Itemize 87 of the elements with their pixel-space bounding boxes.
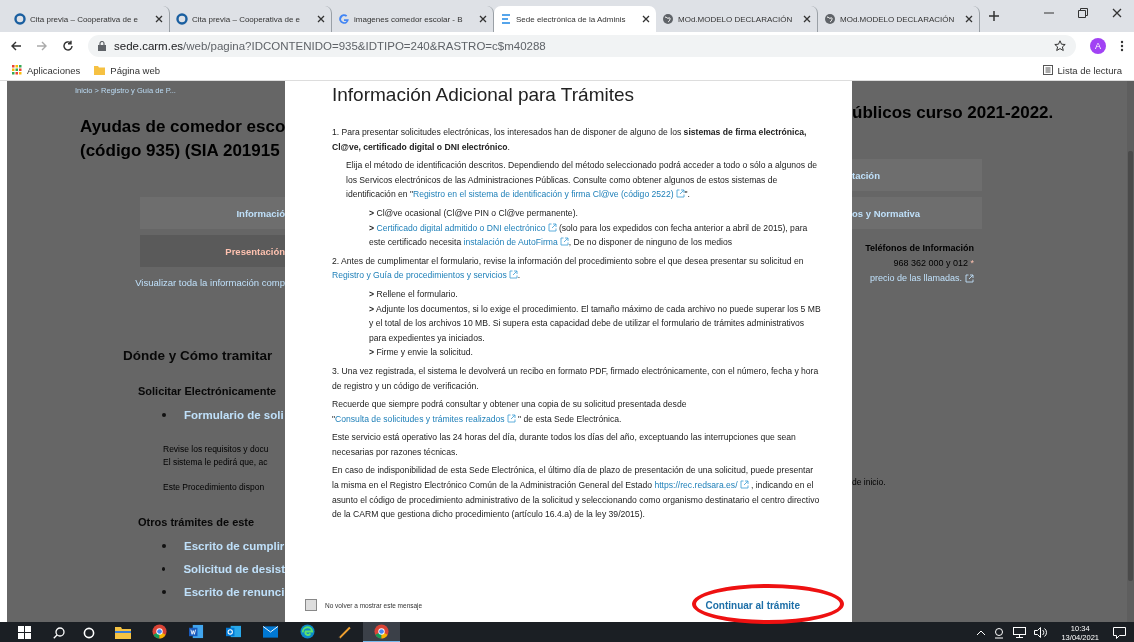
- section-tab[interactable]: Informació: [140, 197, 285, 229]
- scrollbar-thumb[interactable]: [1128, 151, 1133, 581]
- link[interactable]: precio de las llamadas.: [869, 271, 974, 286]
- body-text: Revise los requisitos y docu: [163, 443, 270, 456]
- reading-list-button[interactable]: Lista de lectura: [1042, 64, 1122, 76]
- close-tab-icon[interactable]: [155, 15, 163, 23]
- tab-title: MOd.MODELO DECLARACIÓN: [678, 14, 794, 24]
- list-item: > Certificado digital admitido o DNI electrónico (solo para los expedidos con fecha anterior a abril de 2015), para este certificado necesita instalación de AutoFirma , De no disponer de ninguno de los medios: [369, 221, 809, 250]
- link[interactable]: Solicitud de desist: [183, 563, 285, 575]
- close-tab-icon[interactable]: [642, 15, 650, 23]
- globe-icon: [824, 13, 836, 25]
- link[interactable]: Escrito de cumplir: [184, 540, 285, 552]
- star-icon[interactable]: [1054, 40, 1066, 52]
- menu-icon[interactable]: [1120, 40, 1124, 52]
- browser-tab[interactable]: Sede electrónica de la Adminis: [494, 6, 656, 32]
- paragraph: Recuerde que siempre podrá consultar y obtener una copia de su solicitud presentada desde "Consulta de solicitudes y trámites realizados " de esta Sede Electrónica.: [332, 398, 688, 426]
- tab-title: imagenes comedor escolar - B: [354, 14, 464, 24]
- link[interactable]: Consulta de solicitudes y trámites realizados: [335, 413, 516, 424]
- link[interactable]: Registro y Guía de procedimientos y servicios: [332, 270, 518, 281]
- bullet-icon: [162, 413, 166, 417]
- tab-favicon-icon: [176, 13, 188, 25]
- link[interactable]: Formulario de soli: [184, 409, 284, 421]
- lock-icon: [98, 41, 106, 51]
- section-heading: Dónde y Cómo tramitar: [123, 348, 274, 363]
- scrollbar[interactable]: [1127, 81, 1134, 622]
- tab-title: MOd.MODELO DECLARACIÓN: [840, 14, 956, 24]
- subheading: Solicitar Electrónicamente: [138, 385, 278, 397]
- paragraph: 3. Una vez registrada, el sistema le devolverá un recibo en formato PDF, firmado electrónicamente, con el número, fecha y hora de registro y un código de verificación.: [332, 364, 820, 393]
- close-icon[interactable]: [1112, 8, 1122, 18]
- globe-icon: [662, 13, 674, 25]
- bullet-icon: [162, 567, 166, 571]
- profile-avatar[interactable]: A: [1090, 38, 1106, 54]
- phones-label: Teléfonos de Información: [865, 242, 974, 255]
- tab-title: Cita previa – Cooperativa de e: [192, 14, 302, 24]
- restore-icon[interactable]: [1078, 8, 1088, 18]
- tab-favicon-icon: [14, 13, 26, 25]
- close-tab-icon[interactable]: [965, 15, 973, 23]
- bullet-icon: [162, 590, 166, 594]
- apps-grid-icon: [12, 65, 22, 75]
- continue-link[interactable]: Continuar al trámite: [705, 599, 800, 611]
- paragraph: Elija el método de identificación descritos. Dependiendo del método seleccionado podrá acceder a todo o sólo a algunos de los Servicos electrónicos de las Administraciones Públicas. Consulte como obtener algunos de estos sistemas de identificación en "Registro en el sistema de identificación y firma Cl@ve (código 2522) ".: [346, 159, 819, 202]
- subheading: Otros trámites de este: [138, 516, 256, 528]
- dialog-title: Información Adicional para Trámites: [332, 83, 636, 107]
- close-tab-icon[interactable]: [803, 15, 811, 23]
- link[interactable]: Registro en el sistema de identificación y firma Cl@ve (código 2522): [413, 189, 685, 200]
- address-bar[interactable]: sede.carm.es/web/pagina?IDCONTENIDO=935&IDTIPO=240&RASTRO=c$m40288: [88, 35, 1076, 57]
- tab-title: Cita previa – Cooperativa de e: [30, 14, 140, 24]
- chrome-icon[interactable]: [363, 622, 400, 642]
- page-title: úblicos curso 2021-2022.: [852, 102, 1055, 124]
- bookmark[interactable]: Aplicaciones: [12, 64, 81, 76]
- section-tab[interactable]: Presentación: [140, 235, 285, 267]
- section-tab[interactable]: tación: [852, 159, 982, 191]
- tab-favicon-icon: [338, 13, 350, 25]
- paragraph: En caso de indisponibilidad de esta Sede Electrónica, el último día de plazo de presentación de una solicitud, puede presentar la misma en el Registro Electrónico Común de la Administración General del Estado https://rec.redsara.es/ , indicando en el asunto el código de procedimiento administrativo de la solicitud y seleccionando como organismo destinatario el centro directivo de la CARM que gestiona dicho procedimiento (artículo 16.4.a) de la ley 39/2015).: [332, 464, 821, 522]
- close-tab-icon[interactable]: [479, 15, 487, 23]
- list-item: > Cl@ve ocasional (Cl@ve PIN o Cl@ve permanente).: [369, 206, 579, 220]
- reading-list-icon: [1042, 65, 1053, 75]
- paragraph: 1. Para presentar solicitudes electrónicas, los interesados han de disponer de alguno de los sistemas de firma electrónica, Cl@ve, certificado digital o DNI electrónico.: [332, 126, 808, 154]
- list-item: > Adjunte los documentos, si lo exige el procedimiento. El tamaño máximo de cada archivo no puede superar los 5 MB y el total de los archivos 10 MB. Si supera esta capacidad debe de utilizar el formulario de trámites administrativos para expedientes ya iniciados.: [369, 302, 822, 345]
- link[interactable]: Visualizar toda la información comp: [7, 277, 285, 288]
- page-title: (código 935) (SIA 201915: [79, 140, 281, 162]
- list-item: > Firme y envie la solicitud.: [369, 346, 474, 360]
- link[interactable]: Escrito de renunci: [184, 586, 285, 598]
- page-title: Ayudas de comedor esco: [79, 116, 285, 138]
- url-text: sede.carm.es/web/pagina?IDCONTENIDO=935&IDTIPO=240&RASTRO=c$m40288: [114, 40, 546, 52]
- close-tab-icon[interactable]: [317, 15, 325, 23]
- folder-icon: [94, 65, 106, 75]
- back-icon[interactable]: [10, 40, 22, 52]
- body-text: de inicio.: [852, 476, 887, 489]
- tab-title: Sede electrónica de la Adminis: [516, 14, 627, 24]
- paragraph: 2. Antes de cumplimentar el formulario, revise la información del procedimiento sobre el que desea presentar su solicitud en Registro y Guía de procedimientos y servicios .: [332, 254, 805, 283]
- tab-favicon-icon: [500, 13, 512, 25]
- checkbox[interactable]: [305, 599, 317, 611]
- body-text: El sistema le pedirá que, ac: [163, 456, 269, 469]
- link[interactable]: Certificado digital admitido o DNI electrónico: [376, 222, 557, 233]
- bullet-icon: [162, 544, 166, 548]
- link[interactable]: instalación de AutoFirma: [463, 237, 569, 248]
- bookmark[interactable]: Página web: [94, 64, 160, 76]
- paragraph: Este servicio está operativo las 24 horas del día, durante todos los días del año, exceptuando las interrupciones que sean necesarias por razones técnicas.: [332, 431, 797, 459]
- body-text: Este Procedimiento dispon: [163, 481, 266, 494]
- link[interactable]: https://rec.redsara.es/: [654, 480, 749, 491]
- new-tab-icon[interactable]: [988, 10, 1000, 22]
- reload-icon[interactable]: [62, 40, 74, 52]
- section-tab[interactable]: os y Normativa: [852, 197, 982, 229]
- list-item: > Rellene el formulario.: [369, 287, 459, 301]
- phone-numbers: 968 362 000 y 012 *: [893, 257, 974, 270]
- external-link-icon: [965, 274, 974, 283]
